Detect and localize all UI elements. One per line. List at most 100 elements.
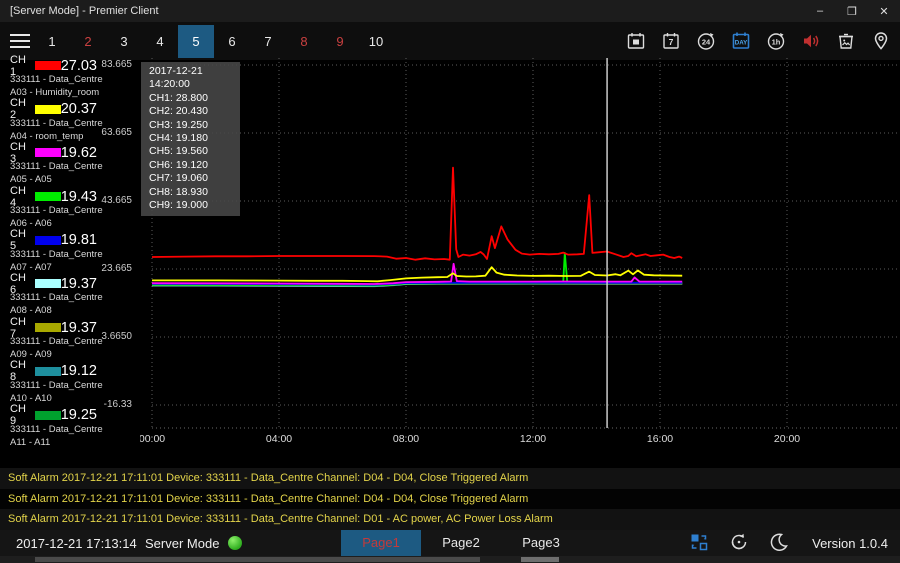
channel-device: 333111 - Data_Centre	[10, 248, 102, 261]
tooltip-reading: CH3: 19.250	[149, 119, 240, 132]
toolbar-tab-3[interactable]: 3	[106, 25, 142, 58]
x-axis-tick-label: 20:00	[774, 433, 800, 445]
status-tab-page2[interactable]: Page2	[421, 530, 501, 556]
trend-chart[interactable]: 00:0004:0008:0012:0016:0020:00	[140, 58, 900, 458]
channel-header: CH 127.03	[10, 58, 102, 73]
channel-header: CH 419.43	[10, 189, 102, 204]
y-axis-tick-label: 83.665	[90, 59, 132, 70]
x-axis-tick-label: 00:00	[140, 433, 165, 445]
alarm-row[interactable]: Soft Alarm 2017-12-21 17:11:01 Device: 3…	[0, 468, 900, 489]
tooltip-reading: CH5: 19.560	[149, 145, 240, 158]
toolbar-tab-5[interactable]: 5	[178, 25, 214, 58]
tooltip-reading: CH7: 19.060	[149, 172, 240, 185]
channel-value: 19.81	[61, 232, 97, 248]
night-mode-icon[interactable]	[768, 531, 790, 556]
location-icon[interactable]	[863, 22, 898, 60]
y-axis-tick-label: 43.665	[90, 195, 132, 206]
channel-item-1[interactable]: CH 127.03333111 - Data_CentreA03 - Humid…	[0, 56, 102, 100]
toolbar-tab-9[interactable]: 9	[322, 25, 358, 58]
channel-header: CH 719.37	[10, 320, 102, 335]
channel-header: CH 619.37	[10, 276, 102, 291]
status-tab-page3[interactable]: Page3	[501, 530, 581, 556]
scrollbar-segment[interactable]	[521, 557, 559, 562]
trend-chart-svg[interactable]: 00:0004:0008:0012:0016:0020:00	[140, 58, 900, 458]
tooltip-reading: CH2: 20.430	[149, 105, 240, 118]
y-axis-tick-label: 63.665	[90, 127, 132, 138]
channel-item-5[interactable]: CH 519.81333111 - Data_CentreA07 - A07	[0, 231, 102, 275]
toolbar-icon-group: 7 24 DAY	[618, 22, 900, 60]
channel-header: CH 220.37	[10, 102, 102, 117]
y-axis-tick-label: 23.665	[90, 263, 132, 274]
channel-item-9[interactable]: CH 919.25333111 - Data_CentreA11 - A11	[0, 406, 102, 450]
toolbar-tab-1[interactable]: 1	[34, 25, 70, 58]
svg-text:DAY: DAY	[734, 40, 747, 47]
alarm-row[interactable]: Soft Alarm 2017-12-21 17:11:01 Device: 3…	[0, 509, 900, 530]
sync-icon[interactable]	[728, 531, 750, 556]
window-title: [Server Mode] - Premier Client	[0, 5, 804, 17]
status-icon-group	[688, 531, 790, 556]
toolbar-tab-6[interactable]: 6	[214, 25, 250, 58]
svg-text:24: 24	[701, 38, 710, 47]
channel-color-swatch	[35, 105, 61, 114]
toolbar-tab-4[interactable]: 4	[142, 25, 178, 58]
y-axis-tick-label: -16.33	[90, 399, 132, 410]
channel-color-swatch	[35, 61, 61, 70]
status-page-tabs: Page1Page2Page3	[341, 530, 581, 556]
tooltip-reading: CH9: 19.000	[149, 199, 240, 212]
channel-item-4[interactable]: CH 419.43333111 - Data_CentreA06 - A06	[0, 187, 102, 231]
channel-color-swatch	[35, 279, 61, 288]
tooltip-timestamp: 2017-12-21 14:20:00	[149, 65, 240, 92]
x-axis-tick-label: 12:00	[520, 433, 546, 445]
svg-text:1h: 1h	[771, 38, 780, 47]
close-button[interactable]: ✕	[868, 0, 900, 22]
status-timestamp: 2017-12-21 17:13:14	[16, 536, 137, 551]
channel-item-3[interactable]: CH 319.62333111 - Data_CentreA05 - A05	[0, 143, 102, 187]
channel-item-2[interactable]: CH 220.37333111 - Data_CentreA04 - room_…	[0, 100, 102, 144]
horizontal-scrollbar[interactable]	[0, 556, 900, 563]
restore-button[interactable]: ❐	[836, 0, 868, 22]
toolbar-tab-7[interactable]: 7	[250, 25, 286, 58]
minimize-button[interactable]: –	[804, 0, 836, 22]
y-axis-tick-label: 3.6650	[90, 331, 132, 342]
version-label: Version 1.0.4	[812, 536, 888, 551]
day-view-icon[interactable]: DAY	[723, 22, 758, 60]
channel-value: 19.62	[61, 145, 97, 161]
alarm-list: Soft Alarm 2017-12-21 17:11:01 Device: 3…	[0, 468, 900, 530]
channel-item-8[interactable]: CH 819.12333111 - Data_CentreA10 - A10	[0, 362, 102, 406]
channel-header: CH 319.62	[10, 145, 102, 160]
alarm-sound-icon[interactable]	[793, 22, 828, 60]
scrollbar-thumb[interactable]	[35, 557, 480, 562]
series-ch2	[152, 267, 682, 281]
server-mode-label: Server Mode	[145, 536, 219, 551]
page-layout-icon[interactable]	[688, 531, 710, 556]
x-axis-tick-label: 16:00	[647, 433, 673, 445]
cursor-tooltip: 2017-12-21 14:20:00 CH1: 28.800CH2: 20.4…	[141, 62, 240, 216]
tooltip-reading: CH8: 18.930	[149, 186, 240, 199]
channel-device: 333111 - Data_Centre	[10, 160, 102, 173]
alarm-row[interactable]: Soft Alarm 2017-12-21 17:11:01 Device: 3…	[0, 489, 900, 510]
channel-device: 333111 - Data_Centre	[10, 423, 102, 436]
channel-item-6[interactable]: CH 619.37333111 - Data_CentreA08 - A08	[0, 274, 102, 318]
toolbar-tab-2[interactable]: 2	[70, 25, 106, 58]
calendar-report-icon[interactable]	[618, 22, 653, 60]
toolbar-tab-10[interactable]: 10	[358, 25, 394, 58]
channel-color-swatch	[35, 411, 61, 420]
channel-value: 20.37	[61, 101, 97, 117]
channel-device: 333111 - Data_Centre	[10, 73, 102, 86]
main-toolbar: 12345678910 7	[0, 22, 900, 60]
channel-item-7[interactable]: CH 719.37333111 - Data_CentreA09 - A09	[0, 318, 102, 362]
channel-point: A11 - A11	[10, 436, 102, 449]
calendar-week-icon[interactable]: 7	[653, 22, 688, 60]
channel-device: 333111 - Data_Centre	[10, 291, 102, 304]
1-hour-icon[interactable]: 1h	[758, 22, 793, 60]
svg-text:7: 7	[668, 37, 673, 47]
toolbar-tab-8[interactable]: 8	[286, 25, 322, 58]
channel-device: 333111 - Data_Centre	[10, 379, 102, 392]
channel-value: 19.37	[61, 276, 97, 292]
channel-color-swatch	[35, 148, 61, 157]
24-hour-icon[interactable]: 24	[688, 22, 723, 60]
channel-header: CH 819.12	[10, 364, 102, 379]
status-tab-page1[interactable]: Page1	[341, 530, 421, 556]
image-export-icon[interactable]	[828, 22, 863, 60]
channel-value: 19.12	[61, 363, 97, 379]
